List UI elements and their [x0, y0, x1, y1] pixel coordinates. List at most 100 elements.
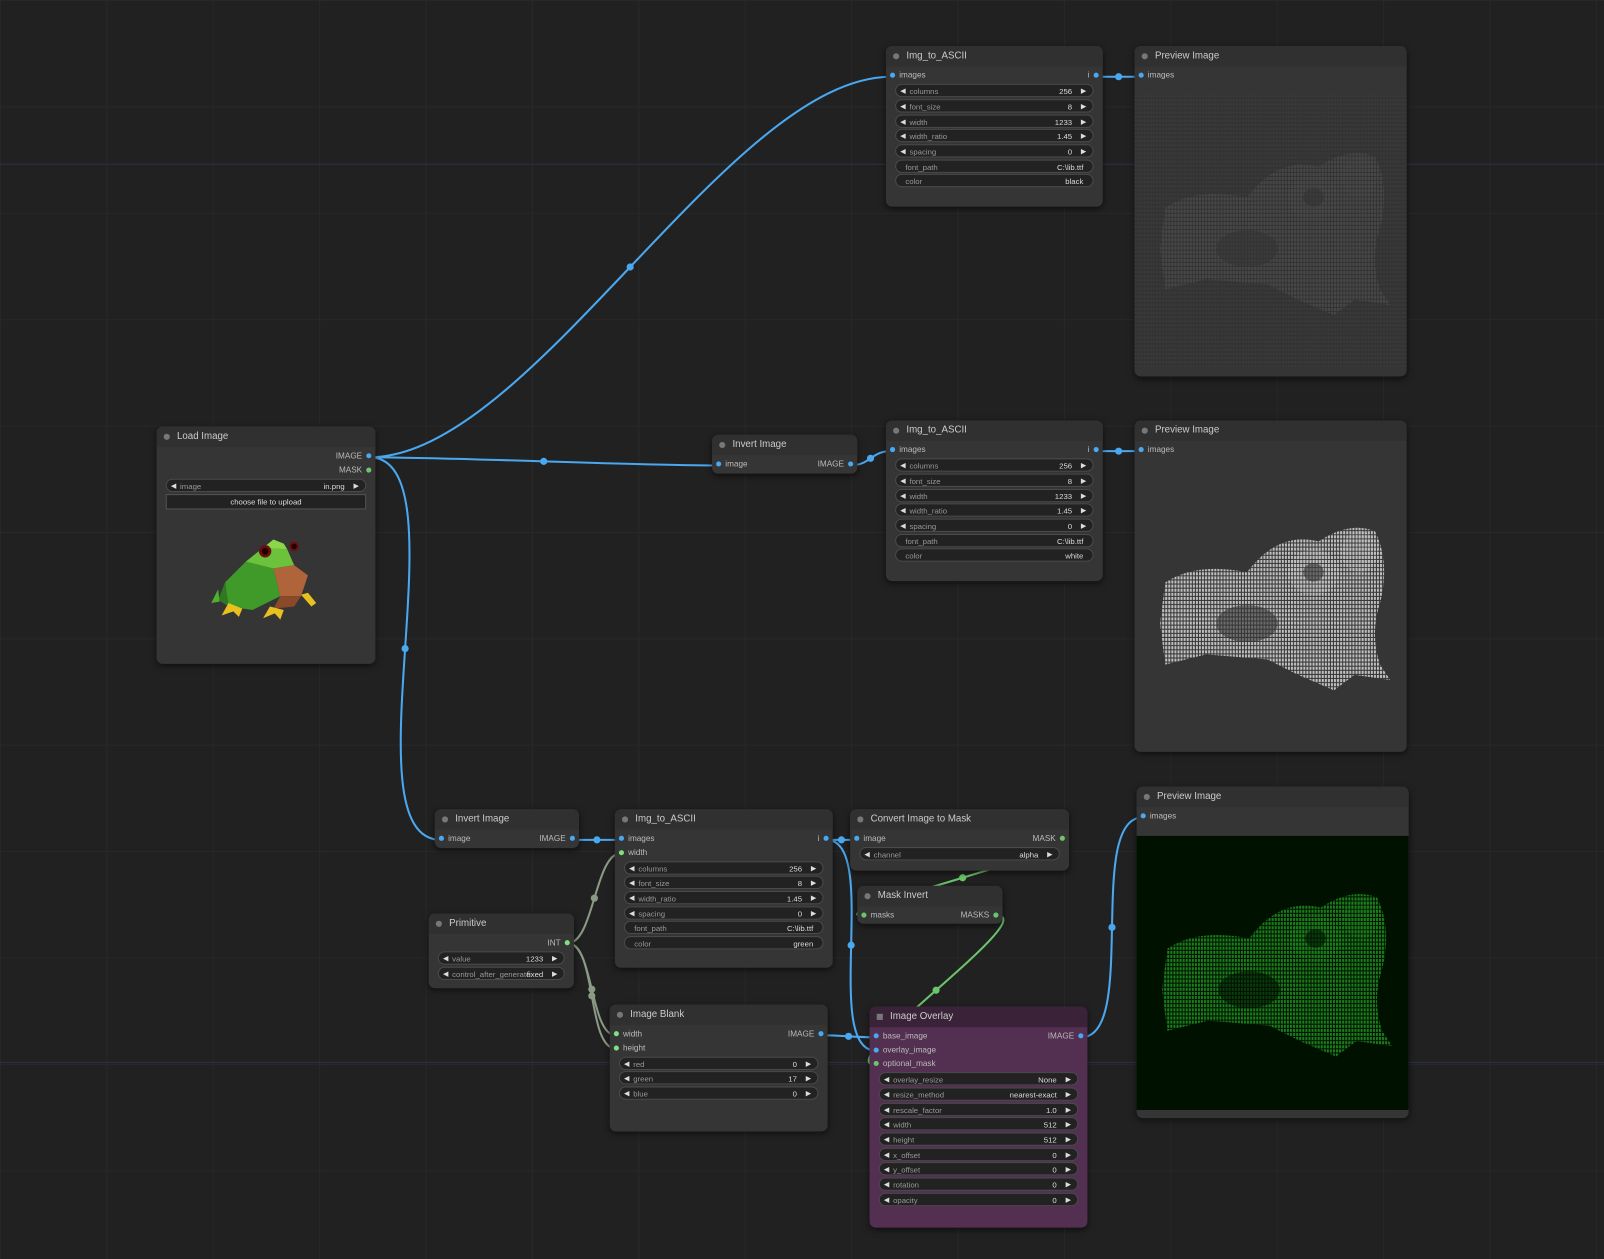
widget-value[interactable]: 512 — [1044, 1118, 1057, 1131]
collapse-dot-icon[interactable] — [864, 893, 871, 900]
widget-value[interactable]: 0 — [1052, 1163, 1056, 1176]
increment-arrow-icon[interactable]: ▶ — [1047, 848, 1053, 861]
decrement-arrow-icon[interactable]: ◀ — [884, 1103, 890, 1116]
link-midpoint-handle[interactable] — [959, 874, 967, 882]
increment-arrow-icon[interactable]: ▶ — [1066, 1073, 1072, 1086]
link-midpoint-handle[interactable] — [847, 941, 855, 949]
output-socket-icon[interactable] — [818, 1031, 824, 1037]
increment-arrow-icon[interactable]: ▶ — [1081, 520, 1087, 533]
input-socket-icon[interactable] — [613, 1045, 619, 1051]
decrement-arrow-icon[interactable]: ◀ — [443, 953, 449, 966]
widget-value[interactable]: fixed — [527, 968, 543, 981]
decrement-arrow-icon[interactable]: ◀ — [629, 877, 635, 890]
decrement-arrow-icon[interactable]: ◀ — [624, 1072, 630, 1085]
widget-channel[interactable]: ◀ channel alpha ▶ — [859, 847, 1060, 861]
collapse-dot-icon[interactable] — [1141, 53, 1148, 60]
input-socket-icon[interactable] — [873, 1033, 879, 1039]
collapse-dot-icon[interactable] — [876, 1013, 883, 1020]
widget-value[interactable]: 0 — [1052, 1178, 1056, 1191]
widget-width-ratio[interactable]: ◀ width_ratio 1.45 ▶ — [624, 891, 824, 905]
widget-value[interactable]: white — [1065, 550, 1083, 563]
node-maskinv[interactable]: Mask Invert masks MASKS — [857, 885, 1003, 924]
node-invert1[interactable]: Invert Image image IMAGE — [712, 434, 858, 474]
node-convmask[interactable]: Convert Image to Mask image MASK ◀ channel al… — [850, 809, 1070, 871]
output-slot-i[interactable]: i — [1088, 69, 1099, 83]
link-wire[interactable] — [567, 852, 622, 945]
increment-arrow-icon[interactable]: ▶ — [811, 862, 817, 875]
widget-value[interactable]: 8 — [798, 877, 802, 890]
node-primitive[interactable]: Primitive INT ◀ value 1233 ▶ ◀ control_after_ge… — [428, 913, 574, 989]
input-slot-optional_mask[interactable]: optional_mask — [873, 1057, 936, 1071]
widget-font-path[interactable]: font_path C:\lib.ttf — [624, 921, 824, 935]
decrement-arrow-icon[interactable]: ◀ — [900, 460, 906, 473]
node-title[interactable]: Img_to_ASCII — [614, 809, 833, 830]
decrement-arrow-icon[interactable]: ◀ — [884, 1118, 890, 1131]
decrement-arrow-icon[interactable]: ◀ — [624, 1057, 630, 1070]
link-wire[interactable] — [567, 942, 617, 1037]
output-slot-image[interactable]: IMAGE — [818, 457, 854, 471]
output-slot-mask[interactable]: MASK — [1033, 832, 1065, 846]
node-title[interactable]: Img_to_ASCII — [885, 46, 1103, 67]
node-preview2[interactable]: Preview Image images — [1134, 420, 1407, 752]
input-slot-images[interactable]: images — [890, 443, 926, 457]
widget-color[interactable]: color green — [624, 936, 824, 950]
widget-height[interactable]: ◀ height 512 ▶ — [878, 1132, 1079, 1146]
decrement-arrow-icon[interactable]: ◀ — [884, 1133, 890, 1146]
widget-width[interactable]: ◀ width 512 ▶ — [878, 1117, 1079, 1131]
increment-arrow-icon[interactable]: ▶ — [806, 1057, 812, 1070]
input-slot-image[interactable]: image — [438, 832, 470, 846]
decrement-arrow-icon[interactable]: ◀ — [884, 1163, 890, 1176]
increment-arrow-icon[interactable]: ▶ — [811, 877, 817, 890]
widget-image[interactable]: ◀ image in.png ▶ — [165, 478, 367, 492]
decrement-arrow-icon[interactable]: ◀ — [900, 505, 906, 518]
decrement-arrow-icon[interactable]: ◀ — [884, 1148, 890, 1161]
widget-value[interactable]: green — [793, 937, 813, 950]
node-ascii1[interactable]: Img_to_ASCII images i ◀ columns 256 ▶ ◀ font_siz… — [885, 46, 1103, 207]
input-socket-icon[interactable] — [873, 1061, 879, 1067]
output-slot-int[interactable]: INT — [547, 936, 570, 950]
output-slot-image[interactable]: IMAGE — [1048, 1029, 1084, 1043]
decrement-arrow-icon[interactable]: ◀ — [884, 1073, 890, 1086]
link-midpoint-handle[interactable] — [401, 645, 409, 653]
output-slot-masks[interactable]: MASKS — [961, 908, 999, 922]
collapse-dot-icon[interactable] — [441, 816, 449, 823]
increment-arrow-icon[interactable]: ▶ — [552, 968, 558, 981]
widget-value[interactable]: 0 — [793, 1088, 797, 1101]
widget-value[interactable]: 1.45 — [1057, 130, 1072, 143]
widget-spacing[interactable]: ◀ spacing 0 ▶ — [895, 518, 1094, 533]
increment-arrow-icon[interactable]: ▶ — [1081, 100, 1087, 113]
input-socket-icon[interactable] — [890, 72, 896, 79]
decrement-arrow-icon[interactable]: ◀ — [900, 145, 906, 158]
increment-arrow-icon[interactable]: ▶ — [1066, 1118, 1072, 1131]
widget-y-offset[interactable]: ◀ y_offset 0 ▶ — [878, 1162, 1079, 1176]
node-ascii2[interactable]: Img_to_ASCII images i ◀ columns 256 ▶ ◀ font_siz… — [885, 420, 1103, 582]
widget-value[interactable]: 0 — [798, 907, 802, 920]
widget-value[interactable]: 0 — [793, 1057, 797, 1070]
increment-arrow-icon[interactable]: ▶ — [1066, 1103, 1072, 1116]
output-slot-image[interactable]: IMAGE — [336, 449, 372, 463]
collapse-dot-icon[interactable] — [719, 441, 726, 449]
output-socket-icon[interactable] — [823, 836, 829, 842]
widget-font-size[interactable]: ◀ font_size 8 ▶ — [624, 876, 824, 890]
widget-green[interactable]: ◀ green 17 ▶ — [618, 1071, 819, 1085]
decrement-arrow-icon[interactable]: ◀ — [629, 892, 635, 905]
link-midpoint-handle[interactable] — [588, 985, 596, 993]
link-midpoint-handle[interactable] — [1108, 923, 1116, 931]
link-midpoint-handle[interactable] — [590, 894, 598, 902]
input-slot-width[interactable]: width — [618, 846, 647, 860]
widget-value[interactable]: 1.45 — [787, 892, 802, 905]
increment-arrow-icon[interactable]: ▶ — [1081, 115, 1087, 128]
input-slot-masks[interactable]: masks — [861, 908, 894, 922]
node-ascii3[interactable]: Img_to_ASCII images i width ◀ columns 256 ▶ ◀ fon… — [614, 809, 833, 968]
decrement-arrow-icon[interactable]: ◀ — [900, 490, 906, 503]
node-graph-canvas[interactable]: Img_to_ASCII images i ◀ columns 256 ▶ ◀ font_siz… — [0, 0, 1604, 1259]
node-title[interactable]: Image Blank — [609, 1004, 828, 1026]
widget-value[interactable]: 1.0 — [1046, 1103, 1057, 1116]
collapse-dot-icon[interactable] — [621, 816, 629, 823]
widget-value[interactable]: black — [1065, 175, 1083, 188]
widget-value[interactable]: 0 — [1068, 520, 1072, 533]
node-title[interactable]: Primitive — [428, 913, 574, 934]
widget-spacing[interactable]: ◀ spacing 0 ▶ — [895, 144, 1094, 158]
link-midpoint-handle[interactable] — [540, 457, 548, 465]
input-socket-icon[interactable] — [1138, 72, 1144, 79]
